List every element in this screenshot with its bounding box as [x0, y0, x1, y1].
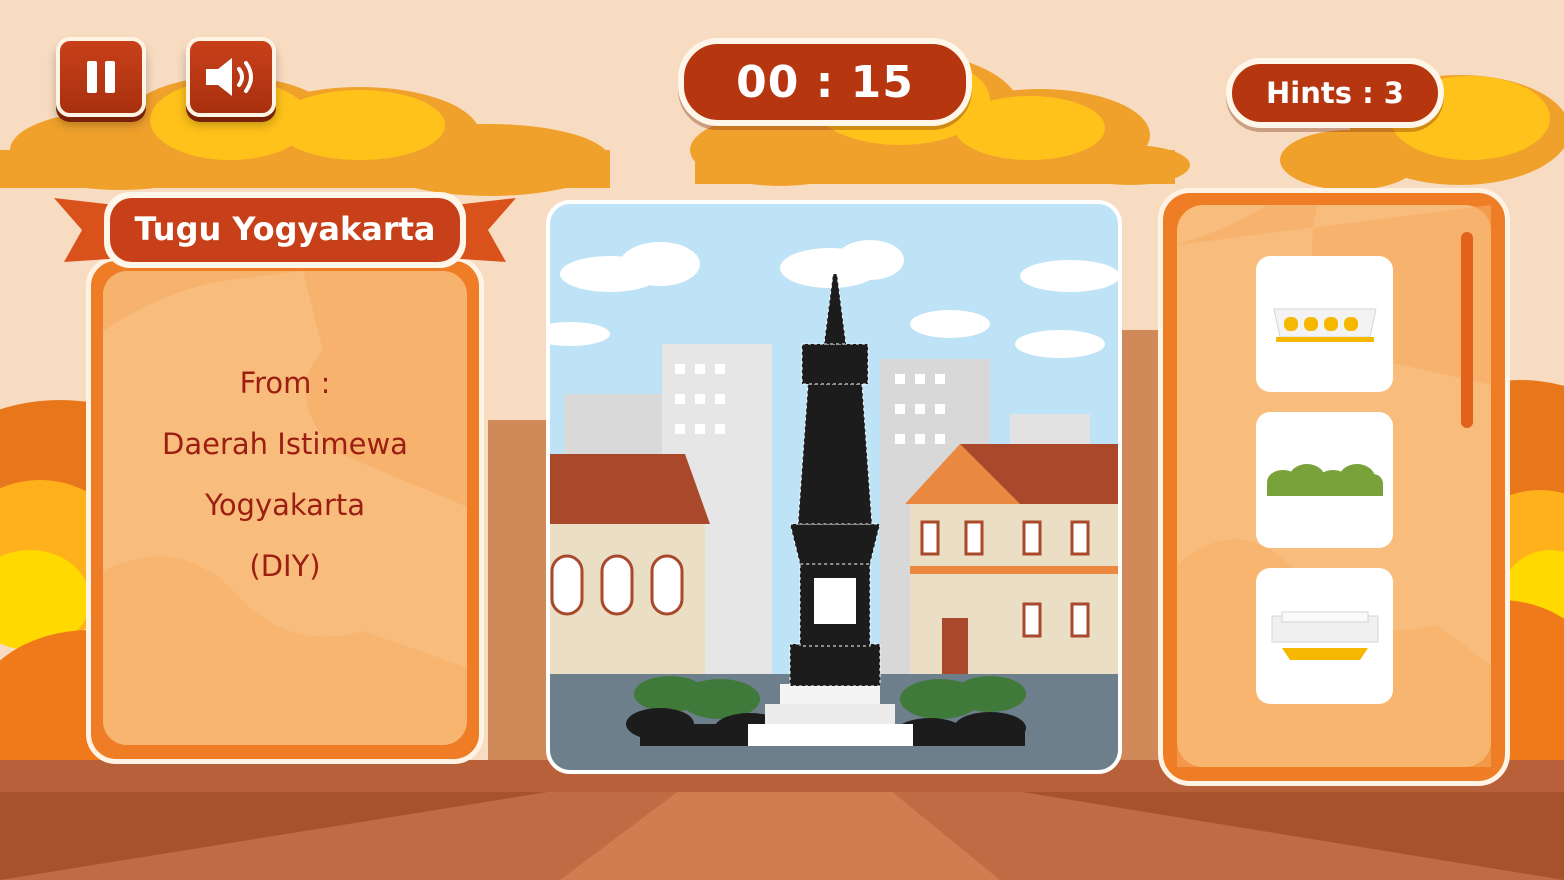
puzzle-piece-3[interactable] [1256, 568, 1393, 704]
landmark-name: Tugu Yogyakarta [134, 210, 436, 248]
puzzle-piece-1[interactable] [1256, 256, 1393, 392]
tugu-monument-illustration [550, 204, 1118, 770]
from-label: From : [239, 366, 331, 400]
monument-crown-piece-icon [1272, 308, 1377, 342]
pause-button[interactable] [56, 37, 146, 117]
origin-line-1: Daerah Istimewa [162, 427, 408, 461]
pieces-scrollbar[interactable] [1461, 232, 1473, 428]
sound-button[interactable] [186, 37, 276, 117]
origin-line-3: (DIY) [249, 549, 321, 583]
pause-icon [87, 61, 115, 93]
origin-line-2: Yogyakarta [204, 488, 366, 522]
puzzle-picture[interactable] [546, 200, 1122, 774]
origin-text: From : Daerah Istimewa Yogyakarta (DIY) [103, 353, 467, 597]
title-ribbon: Tugu Yogyakarta [54, 188, 516, 276]
hints-counter[interactable]: Hints : 3 [1226, 58, 1444, 128]
puzzle-piece-2[interactable] [1256, 412, 1393, 548]
info-card-inner: From : Daerah Istimewa Yogyakarta (DIY) [103, 271, 467, 745]
timer-display: 00 : 15 [678, 38, 972, 126]
landmark-info-card: From : Daerah Istimewa Yogyakarta (DIY) [86, 256, 484, 764]
monument-base-piece-icon [1271, 611, 1378, 660]
speaker-volume-icon [206, 58, 253, 96]
hedge-bush-piece-icon [1266, 464, 1383, 496]
